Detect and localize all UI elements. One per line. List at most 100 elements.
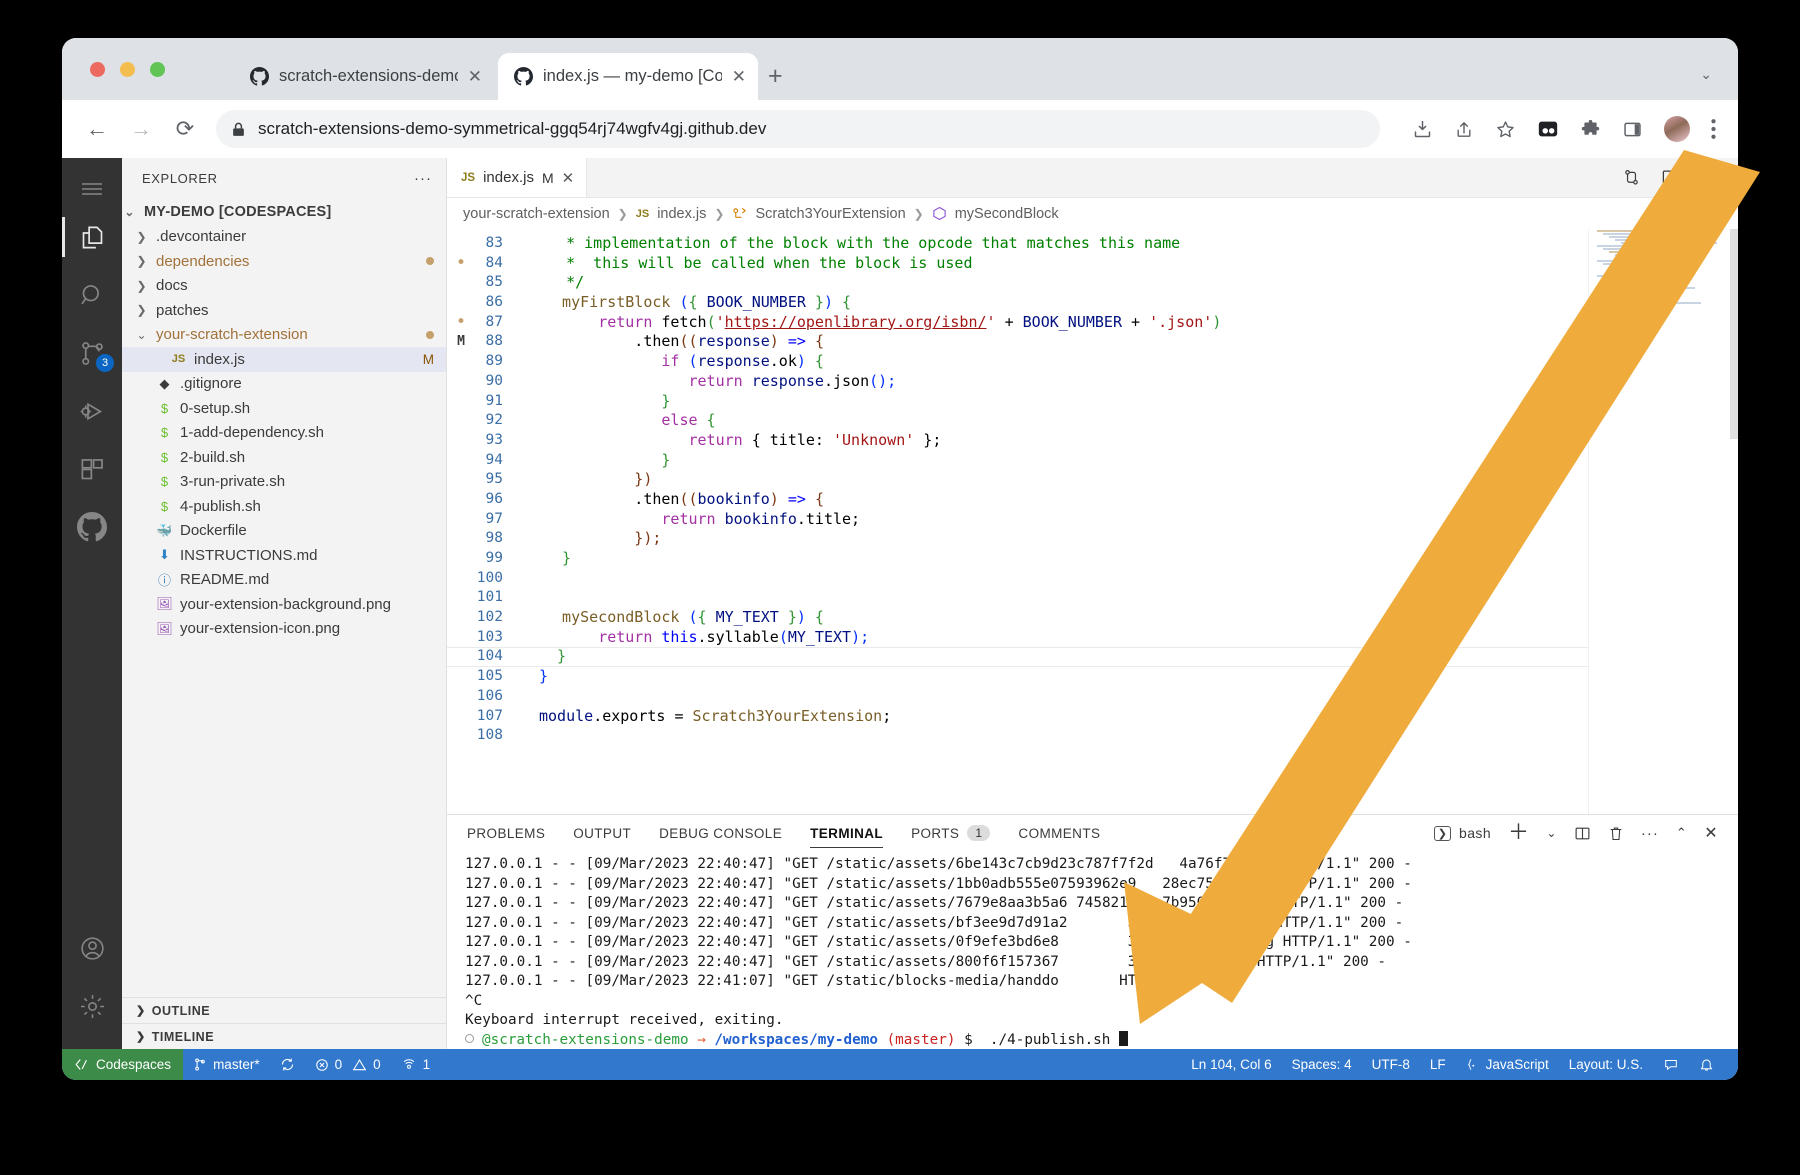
terminal-output[interactable]: 127.0.0.1 - - [09/Mar/2023 22:40:47] "GE… [447, 851, 1738, 1049]
tree-file[interactable]: 🐳 Dockerfile [122, 519, 446, 544]
panel-tab-problems[interactable]: PROBLEMS [467, 815, 545, 851]
compare-changes-icon[interactable] [1622, 168, 1641, 187]
code-line[interactable]: M 88 .then((response) => { [447, 332, 1588, 352]
panel-tab-comments[interactable]: COMMENTS [1018, 815, 1100, 851]
minimap[interactable] [1588, 229, 1738, 814]
terminal-shell-selector[interactable]: ❯ bash [1434, 825, 1491, 841]
code-lines[interactable]: 83 * implementation of the block with th… [447, 229, 1588, 814]
tree-file[interactable]: $1-add-dependency.sh [122, 421, 446, 446]
tree-file[interactable]: $3-run-private.sh [122, 470, 446, 495]
code-line[interactable]: 96 .then((bookinfo) => { [447, 490, 1588, 510]
browser-tab-1[interactable]: scratch-extensions-demo/my-d ✕ [234, 53, 494, 100]
status-feedback[interactable] [1653, 1049, 1689, 1080]
code-line[interactable]: 100 [447, 569, 1588, 589]
avatar[interactable] [1664, 116, 1690, 142]
terminal-prompt[interactable]: @scratch-extensions-demo → /workspaces/m… [465, 1030, 1738, 1050]
extension-dark-icon[interactable] [1537, 118, 1559, 140]
code-line[interactable]: 101 [447, 588, 1588, 608]
code-line[interactable]: 108 [447, 726, 1588, 746]
minimap-scrollbar[interactable] [1730, 229, 1738, 439]
panel-tab-debug-console[interactable]: DEBUG CONSOLE [659, 815, 782, 851]
bookmark-star-icon[interactable] [1495, 119, 1516, 140]
sidebar-item-search[interactable] [62, 266, 122, 324]
tree-root[interactable]: ⌄ MY-DEMO [CODESPACES] [122, 200, 446, 225]
close-window-button[interactable] [90, 62, 105, 77]
kebab-menu-icon[interactable] [1711, 119, 1716, 139]
panel-tab-output[interactable]: OUTPUT [573, 815, 631, 851]
reload-button[interactable]: ⟳ [172, 116, 198, 142]
code-line[interactable]: 86 myFirstBlock ({ BOOK_NUMBER }) { [447, 293, 1588, 313]
address-bar[interactable]: scratch-extensions-demo-symmetrical-ggq5… [216, 110, 1380, 148]
status-sync[interactable] [270, 1049, 305, 1080]
more-actions-icon[interactable]: ··· [414, 170, 432, 187]
breadcrumb-item-folder[interactable]: your-scratch-extension [463, 206, 610, 222]
code-line[interactable]: 93 return { title: 'Unknown' }; [447, 431, 1588, 451]
file-tree[interactable]: ⌄ MY-DEMO [CODESPACES] ❯ .devcontainer ❯ de… [122, 198, 446, 997]
more-actions-icon[interactable]: ··· [1641, 825, 1659, 842]
split-terminal-icon[interactable] [1574, 825, 1591, 842]
close-icon[interactable]: ✕ [562, 169, 575, 187]
tree-file[interactable]: $0-setup.sh [122, 396, 446, 421]
tree-folder[interactable]: ❯ docs [122, 274, 446, 299]
code-line[interactable]: 85 */ [447, 273, 1588, 293]
code-line[interactable]: 90 return response.json(); [447, 372, 1588, 392]
tree-file[interactable]: ⓘ README.md [122, 568, 446, 593]
tree-file[interactable]: ⬇ INSTRUCTIONS.md [122, 543, 446, 568]
tree-file[interactable]: $2-build.sh [122, 445, 446, 470]
sidebar-item-explorer[interactable] [62, 208, 122, 266]
status-notifications[interactable] [1689, 1049, 1724, 1080]
sidebar-item-run-and-debug[interactable] [62, 382, 122, 440]
maximize-window-button[interactable] [150, 62, 165, 77]
chevron-up-icon[interactable]: ⌃ [1676, 825, 1687, 841]
tree-file[interactable]: ◆ .gitignore [122, 372, 446, 397]
status-problems[interactable]: 0 0 [305, 1049, 391, 1080]
new-tab-button[interactable]: + [768, 64, 783, 89]
forward-button[interactable]: → [128, 116, 154, 142]
breadcrumb-item-method[interactable]: mySecondBlock [955, 206, 1059, 222]
code-line[interactable]: 102 mySecondBlock ({ MY_TEXT }) { [447, 608, 1588, 628]
minimize-window-button[interactable] [120, 62, 135, 77]
new-terminal-icon[interactable]: ＋ [1508, 822, 1529, 843]
status-encoding[interactable]: UTF-8 [1362, 1049, 1420, 1080]
status-ports[interactable]: 1 [391, 1049, 441, 1080]
tree-folder[interactable]: ❯ dependencies [122, 249, 446, 274]
close-icon[interactable]: ✕ [1704, 823, 1718, 843]
status-keyboard-layout[interactable]: Layout: U.S. [1559, 1049, 1653, 1080]
tree-file[interactable]: $4-publish.sh [122, 494, 446, 519]
tree-file[interactable]: 🖼 your-extension-background.png [122, 592, 446, 617]
code-editor[interactable]: 83 * implementation of the block with th… [447, 229, 1738, 814]
chevron-down-icon[interactable]: ⌄ [1546, 826, 1556, 840]
share-icon[interactable] [1454, 119, 1474, 140]
sidebar-item-github[interactable] [62, 498, 122, 556]
code-line[interactable]: 91 } [447, 392, 1588, 412]
code-line[interactable]: 104 } [447, 647, 1588, 667]
back-button[interactable]: ← [84, 116, 110, 142]
code-line[interactable]: 103 return this.syllable(MY_TEXT); [447, 628, 1588, 648]
more-actions-icon[interactable]: ··· [1700, 169, 1718, 186]
trash-icon[interactable] [1608, 825, 1624, 842]
code-line[interactable]: • 87 return fetch('https://openlibrary.or… [447, 312, 1588, 333]
tree-file[interactable]: 🖼 your-extension-icon.png [122, 617, 446, 642]
status-codespaces[interactable]: Codespaces [62, 1049, 184, 1080]
sidebar-item-extensions[interactable] [62, 440, 122, 498]
code-line[interactable]: 94 } [447, 451, 1588, 471]
tree-folder[interactable]: ⌄ your-scratch-extension [122, 323, 446, 348]
sidebar-section-outline[interactable]: ❯ OUTLINE [122, 997, 446, 1023]
breadcrumb-item-file[interactable]: index.js [657, 206, 706, 222]
code-line[interactable]: 107 module.exports = Scratch3YourExtensio… [447, 707, 1588, 727]
settings-button[interactable] [62, 977, 122, 1035]
accounts-button[interactable] [62, 919, 122, 977]
sidebar-section-timeline[interactable]: ❯ TIMELINE [122, 1023, 446, 1049]
code-line[interactable]: 92 else { [447, 411, 1588, 431]
status-indentation[interactable]: Spaces: 4 [1282, 1049, 1362, 1080]
chevron-down-icon[interactable]: ⌄ [1700, 66, 1712, 83]
status-branch[interactable]: master* [183, 1049, 270, 1080]
code-line[interactable]: • 84 * this will be called when the block… [447, 253, 1588, 274]
status-cursor-position[interactable]: Ln 104, Col 6 [1181, 1049, 1281, 1080]
sidepanel-icon[interactable] [1622, 119, 1643, 140]
close-tab-button[interactable]: ✕ [468, 68, 482, 85]
panel-tab-ports[interactable]: PORTS 1 [911, 815, 991, 851]
puzzle-icon[interactable] [1580, 119, 1601, 140]
code-line[interactable]: 95 }) [447, 470, 1588, 490]
status-language[interactable]: JavaScript [1456, 1049, 1559, 1080]
